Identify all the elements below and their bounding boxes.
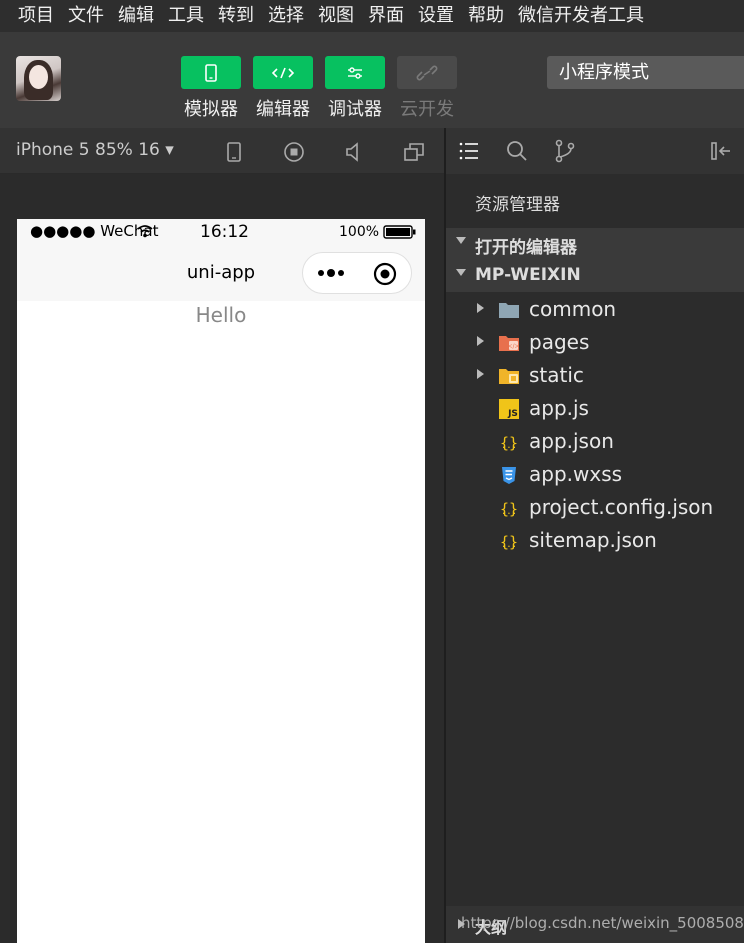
mode-select[interactable]: 小程序模式 [547,56,744,89]
simulator-toolbar: iPhone 5 85% 16 ▾ [0,128,444,174]
tree-item-common[interactable]: common [446,293,744,326]
svg-text:...: ... [501,507,517,517]
menu-item-settings[interactable]: 设置 [418,0,454,32]
sliders-icon [348,66,362,79]
pages-folder-icon: </> [499,336,520,351]
list-icon[interactable] [457,139,481,163]
detach-window-icon[interactable] [402,140,426,164]
javascript-file-icon: JS [499,399,519,419]
avatar[interactable] [16,56,61,101]
status-time: 16:12 [200,222,249,242]
phone-icon [205,63,217,82]
file-name: sitemap.json [529,528,657,552]
cloud-button[interactable] [397,56,457,89]
more-icon[interactable] [317,265,347,281]
wifi-icon [137,225,153,238]
menu-item-edit[interactable]: 编辑 [118,0,154,32]
file-name: app.js [529,396,589,420]
json-file-icon: {}... [500,533,518,551]
json-file-icon: {}... [500,434,518,452]
editor-label: 编辑器 [256,99,310,120]
volume-icon[interactable] [342,140,366,164]
menu-item-select[interactable]: 选择 [268,0,304,32]
svg-text:</>: </> [507,343,519,350]
device-select[interactable]: iPhone 5 85% 16 ▾ [16,140,174,160]
explorer-title: 资源管理器 [475,195,560,215]
svg-text:...: ... [501,540,517,550]
tree-item-sitemap-json[interactable]: {}... sitemap.json [446,524,744,557]
toolbar: 模拟器 编辑器 调试器 云开发 小程序模式 [0,32,744,128]
svg-text:JS: JS [507,409,518,419]
tree-item-app-wxss[interactable]: app.wxss [446,458,744,491]
chevron-down-icon [456,237,466,244]
menu-item-goto[interactable]: 转到 [218,0,254,32]
cloud-label: 云开发 [400,99,454,120]
tree-item-project-config-json[interactable]: {}... project.config.json [446,491,744,524]
battery-icon [383,225,416,239]
tree-item-app-js[interactable]: JS app.js [446,392,744,425]
menu-item-tools[interactable]: 工具 [168,0,204,32]
debugger-label: 调试器 [328,99,382,120]
code-icon [271,67,295,78]
nav-bar: uni-app [17,245,425,301]
record-icon[interactable] [282,140,306,164]
file-name: common [529,297,617,321]
project-section[interactable]: MP-WEIXIN [446,260,744,292]
file-name: app.wxss [529,462,623,486]
chevron-right-icon [477,336,484,346]
menu-item-file[interactable]: 文件 [68,0,104,32]
device-rotate-icon[interactable] [222,140,246,164]
file-name: project.config.json [529,495,714,519]
static-folder-icon [499,369,519,384]
menu-item-help[interactable]: 帮助 [468,0,504,32]
file-name: static [529,363,584,387]
tree-item-static[interactable]: static [446,359,744,392]
simulator-button[interactable] [181,56,241,89]
menu-item-interface[interactable]: 界面 [368,0,404,32]
close-miniprogram-icon[interactable] [373,262,397,286]
open-editors-section[interactable]: 打开的编辑器 [446,228,744,260]
editor-button[interactable] [253,56,313,89]
explorer-toolbar [446,128,744,174]
search-icon[interactable] [505,139,529,163]
source-control-icon[interactable] [553,139,577,163]
chevron-right-icon [477,369,484,379]
collapse-panel-icon[interactable] [709,139,733,163]
chevron-down-icon [456,269,466,276]
open-editors-label: 打开的编辑器 [475,238,577,258]
cloud-link-icon [416,65,438,80]
svg-text:...: ... [501,441,517,451]
menu-item-view[interactable]: 视图 [318,0,354,32]
css-file-icon [502,467,516,484]
watermark: https://blog.csdn.net/weixin_50085089 [461,914,744,932]
hello-text: Hello [195,303,247,327]
menu-item-wechat-devtools[interactable]: 微信开发者工具 [518,0,644,32]
simulator-label: 模拟器 [184,99,238,120]
battery-percent: 100% [339,224,380,240]
project-label: MP-WEIXIN [475,265,581,285]
menu-item-project[interactable]: 项目 [18,0,54,32]
chevron-right-icon [477,303,484,313]
debugger-button[interactable] [325,56,385,89]
phone-screen[interactable]: ●●●●● WeChat 16:12 100% uni-app Hello [17,219,425,943]
menu-bar: 项目 文件 编辑 工具 转到 选择 视图 界面 设置 帮助 微信开发者工具 [0,0,744,32]
status-bar: ●●●●● WeChat 16:12 100% [17,219,425,245]
tree-item-app-json[interactable]: {}... app.json [446,425,744,458]
explorer-panel: 资源管理器 打开的编辑器 MP-WEIXIN common </> pages … [446,174,744,943]
json-file-icon: {}... [500,500,518,518]
tree-item-pages[interactable]: </> pages [446,326,744,359]
file-name: app.json [529,429,614,453]
file-name: pages [529,330,590,354]
capsule-menu[interactable] [302,252,412,294]
folder-icon [499,303,519,318]
